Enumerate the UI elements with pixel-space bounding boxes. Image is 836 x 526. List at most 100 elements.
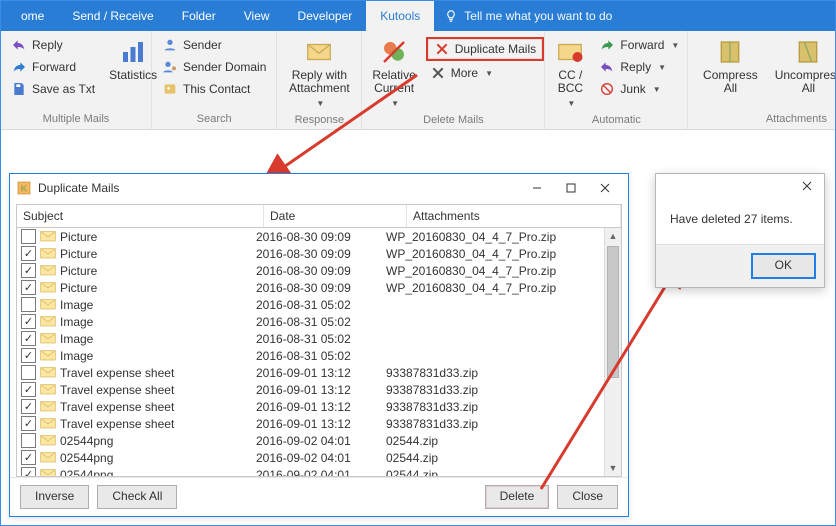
row-checkbox[interactable] bbox=[21, 467, 36, 476]
row-checkbox[interactable] bbox=[21, 365, 36, 380]
row-checkbox[interactable] bbox=[21, 297, 36, 312]
table-row[interactable]: Picture2016-08-30 09:09WP_20160830_04_4_… bbox=[17, 228, 621, 245]
row-checkbox[interactable] bbox=[21, 416, 36, 431]
relative-current-icon bbox=[379, 37, 409, 67]
table-row[interactable]: Image2016-08-31 05:02 bbox=[17, 296, 621, 313]
row-date: 2016-09-02 04:01 bbox=[256, 468, 386, 477]
row-date: 2016-08-30 09:09 bbox=[256, 247, 386, 261]
table-row[interactable]: Image2016-08-31 05:02 bbox=[17, 330, 621, 347]
row-subject: Picture bbox=[60, 230, 256, 244]
dialog-titlebar[interactable]: K Duplicate Mails bbox=[10, 174, 628, 202]
relative-current-button[interactable]: Relative Current▼ bbox=[368, 35, 419, 112]
table-row[interactable]: Picture2016-08-30 09:09WP_20160830_04_4_… bbox=[17, 245, 621, 262]
row-subject: 02544png bbox=[60, 451, 256, 465]
duplicate-mails-button[interactable]: Duplicate Mails bbox=[426, 37, 544, 61]
cc-bcc-button[interactable]: CC / BCC▼ bbox=[551, 35, 589, 112]
search-sender-button[interactable]: Sender bbox=[158, 35, 270, 55]
row-subject: 02544png bbox=[60, 434, 256, 448]
table-row[interactable]: Image2016-08-31 05:02 bbox=[17, 313, 621, 330]
reply-button[interactable]: Reply bbox=[7, 35, 99, 55]
msgbox-text: Have deleted 27 items. bbox=[656, 198, 824, 244]
compress-all-button[interactable]: Compress All bbox=[694, 35, 766, 97]
table-row[interactable]: 02544png2016-09-02 04:0102544.zip bbox=[17, 466, 621, 476]
row-checkbox[interactable] bbox=[21, 382, 36, 397]
table-row[interactable]: 02544png2016-09-02 04:0102544.zip bbox=[17, 432, 621, 449]
row-date: 2016-09-02 04:01 bbox=[256, 434, 386, 448]
msgbox-close-button[interactable] bbox=[794, 175, 820, 197]
ribbon-body: Reply Forward Save as Txt Statistics Mul… bbox=[1, 31, 835, 130]
table-row[interactable]: Travel expense sheet2016-09-01 13:129338… bbox=[17, 398, 621, 415]
compress-icon bbox=[715, 37, 745, 67]
forward-button[interactable]: Forward bbox=[7, 57, 99, 77]
table-row[interactable]: Travel expense sheet2016-09-01 13:129338… bbox=[17, 381, 621, 398]
search-this-contact-button[interactable]: This Contact bbox=[158, 79, 270, 99]
auto-reply-button[interactable]: Reply▼ bbox=[595, 57, 683, 77]
scroll-thumb[interactable] bbox=[607, 246, 619, 378]
reply-with-attachment-button[interactable]: Reply with Attachment▼ bbox=[283, 35, 355, 112]
row-date: 2016-08-31 05:02 bbox=[256, 349, 386, 363]
save-as-txt-button[interactable]: Save as Txt bbox=[7, 79, 99, 99]
row-subject: Picture bbox=[60, 281, 256, 295]
tab-folder[interactable]: Folder bbox=[168, 1, 230, 31]
table-row[interactable]: Travel expense sheet2016-09-01 13:129338… bbox=[17, 364, 621, 381]
row-checkbox[interactable] bbox=[21, 348, 36, 363]
check-all-button[interactable]: Check All bbox=[97, 485, 177, 509]
col-attachments[interactable]: Attachments bbox=[407, 205, 621, 227]
row-attachment: WP_20160830_04_4_7_Pro.zip bbox=[386, 264, 617, 278]
group-automatic: Automatic bbox=[551, 112, 681, 128]
inverse-button[interactable]: Inverse bbox=[20, 485, 89, 509]
minimize-icon bbox=[532, 183, 542, 193]
col-subject[interactable]: Subject bbox=[17, 205, 264, 227]
row-checkbox[interactable] bbox=[21, 229, 36, 244]
uncompress-all-button[interactable]: Uncompress All bbox=[772, 35, 836, 97]
dialog-button-bar: Inverse Check All Delete Close bbox=[10, 477, 628, 516]
sender-domain-label: Sender Domain bbox=[183, 60, 266, 74]
cc-bcc-icon bbox=[555, 37, 585, 67]
minimize-button[interactable] bbox=[520, 177, 554, 199]
table-row[interactable]: Travel expense sheet2016-09-01 13:129338… bbox=[17, 415, 621, 432]
row-checkbox[interactable] bbox=[21, 450, 36, 465]
delete-button[interactable]: Delete bbox=[485, 485, 550, 509]
more-delete-button[interactable]: More▼ bbox=[426, 63, 544, 83]
reply-with-attachment-label: Reply with Attachment bbox=[287, 69, 351, 95]
row-checkbox[interactable] bbox=[21, 433, 36, 448]
close-dialog-button[interactable] bbox=[588, 177, 622, 199]
auto-junk-button[interactable]: Junk▼ bbox=[595, 79, 683, 99]
list-header[interactable]: Subject Date Attachments bbox=[16, 204, 622, 228]
table-row[interactable]: 02544png2016-09-02 04:0102544.zip bbox=[17, 449, 621, 466]
row-checkbox[interactable] bbox=[21, 399, 36, 414]
row-attachment: 02544.zip bbox=[386, 468, 617, 477]
scroll-down-icon[interactable]: ▼ bbox=[605, 460, 621, 476]
more-label: More bbox=[451, 66, 478, 80]
tab-send-receive[interactable]: Send / Receive bbox=[58, 1, 167, 31]
duplicate-mails-label: Duplicate Mails bbox=[455, 42, 536, 56]
mail-icon bbox=[40, 231, 56, 243]
tab-view[interactable]: View bbox=[230, 1, 284, 31]
table-row[interactable]: Picture2016-08-30 09:09WP_20160830_04_4_… bbox=[17, 262, 621, 279]
scroll-up-icon[interactable]: ▲ bbox=[605, 228, 621, 244]
msgbox-ok-button[interactable]: OK bbox=[751, 253, 816, 279]
auto-forward-button[interactable]: Forward▼ bbox=[595, 35, 683, 55]
row-checkbox[interactable] bbox=[21, 314, 36, 329]
tab-home[interactable]: ome bbox=[7, 1, 58, 31]
row-checkbox[interactable] bbox=[21, 263, 36, 278]
maximize-button[interactable] bbox=[554, 177, 588, 199]
row-checkbox[interactable] bbox=[21, 280, 36, 295]
tell-me-search[interactable]: Tell me what you want to do bbox=[434, 1, 612, 31]
row-checkbox[interactable] bbox=[21, 331, 36, 346]
person-domain-icon bbox=[162, 59, 178, 75]
row-subject: Image bbox=[60, 298, 256, 312]
table-row[interactable]: Image2016-08-31 05:02 bbox=[17, 347, 621, 364]
tab-kutools[interactable]: Kutools bbox=[366, 1, 434, 31]
reply-icon bbox=[599, 59, 615, 75]
tab-developer[interactable]: Developer bbox=[284, 1, 367, 31]
uncompress-icon bbox=[793, 37, 823, 67]
close-button[interactable]: Close bbox=[557, 485, 618, 509]
chevron-down-icon: ▼ bbox=[653, 85, 661, 94]
col-date[interactable]: Date bbox=[264, 205, 407, 227]
vertical-scrollbar[interactable]: ▲ ▼ bbox=[604, 228, 621, 476]
search-sender-domain-button[interactable]: Sender Domain bbox=[158, 57, 270, 77]
mail-icon bbox=[40, 299, 56, 311]
row-checkbox[interactable] bbox=[21, 246, 36, 261]
table-row[interactable]: Picture2016-08-30 09:09WP_20160830_04_4_… bbox=[17, 279, 621, 296]
